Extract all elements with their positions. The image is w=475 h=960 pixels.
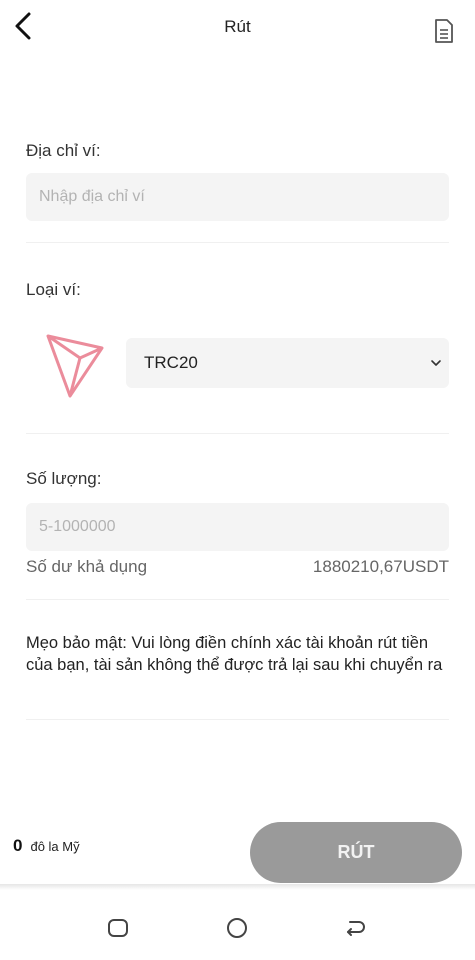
wallet-address-input[interactable] — [26, 173, 449, 221]
wallet-address-label: Địa chỉ ví: — [26, 141, 101, 160]
amount-unit: đô la Mỹ — [30, 839, 80, 854]
recent-apps-icon[interactable] — [106, 916, 130, 940]
chevron-down-icon — [431, 360, 441, 366]
withdraw-button[interactable]: RÚT — [250, 822, 462, 883]
security-tip: Mẹo bảo mật: Vui lòng điền chính xác tài… — [26, 634, 443, 674]
balance-value: 1880210,67USDT — [312, 557, 449, 576]
wallet-type-label: Loại ví: — [26, 280, 81, 299]
divider — [26, 242, 449, 243]
wallet-type-value: TRC20 — [144, 353, 198, 372]
app-header: Rút — [0, 0, 475, 56]
back-icon[interactable] — [343, 916, 367, 940]
quantity-label: Số lượng: — [26, 469, 102, 488]
divider — [26, 599, 449, 600]
divider — [26, 719, 449, 720]
tron-logo-icon — [46, 334, 104, 398]
divider — [26, 433, 449, 434]
page-title: Rút — [224, 17, 251, 36]
amount-summary: 0 đô la Mỹ — [13, 836, 80, 856]
system-navbar — [0, 890, 475, 960]
balance-label: Số dư khả dụng — [26, 557, 148, 576]
home-icon[interactable] — [225, 916, 249, 940]
document-icon[interactable] — [433, 18, 455, 44]
wallet-type-select[interactable]: TRC20 — [126, 338, 449, 388]
quantity-input[interactable] — [26, 503, 449, 551]
amount-value: 0 — [13, 836, 23, 855]
